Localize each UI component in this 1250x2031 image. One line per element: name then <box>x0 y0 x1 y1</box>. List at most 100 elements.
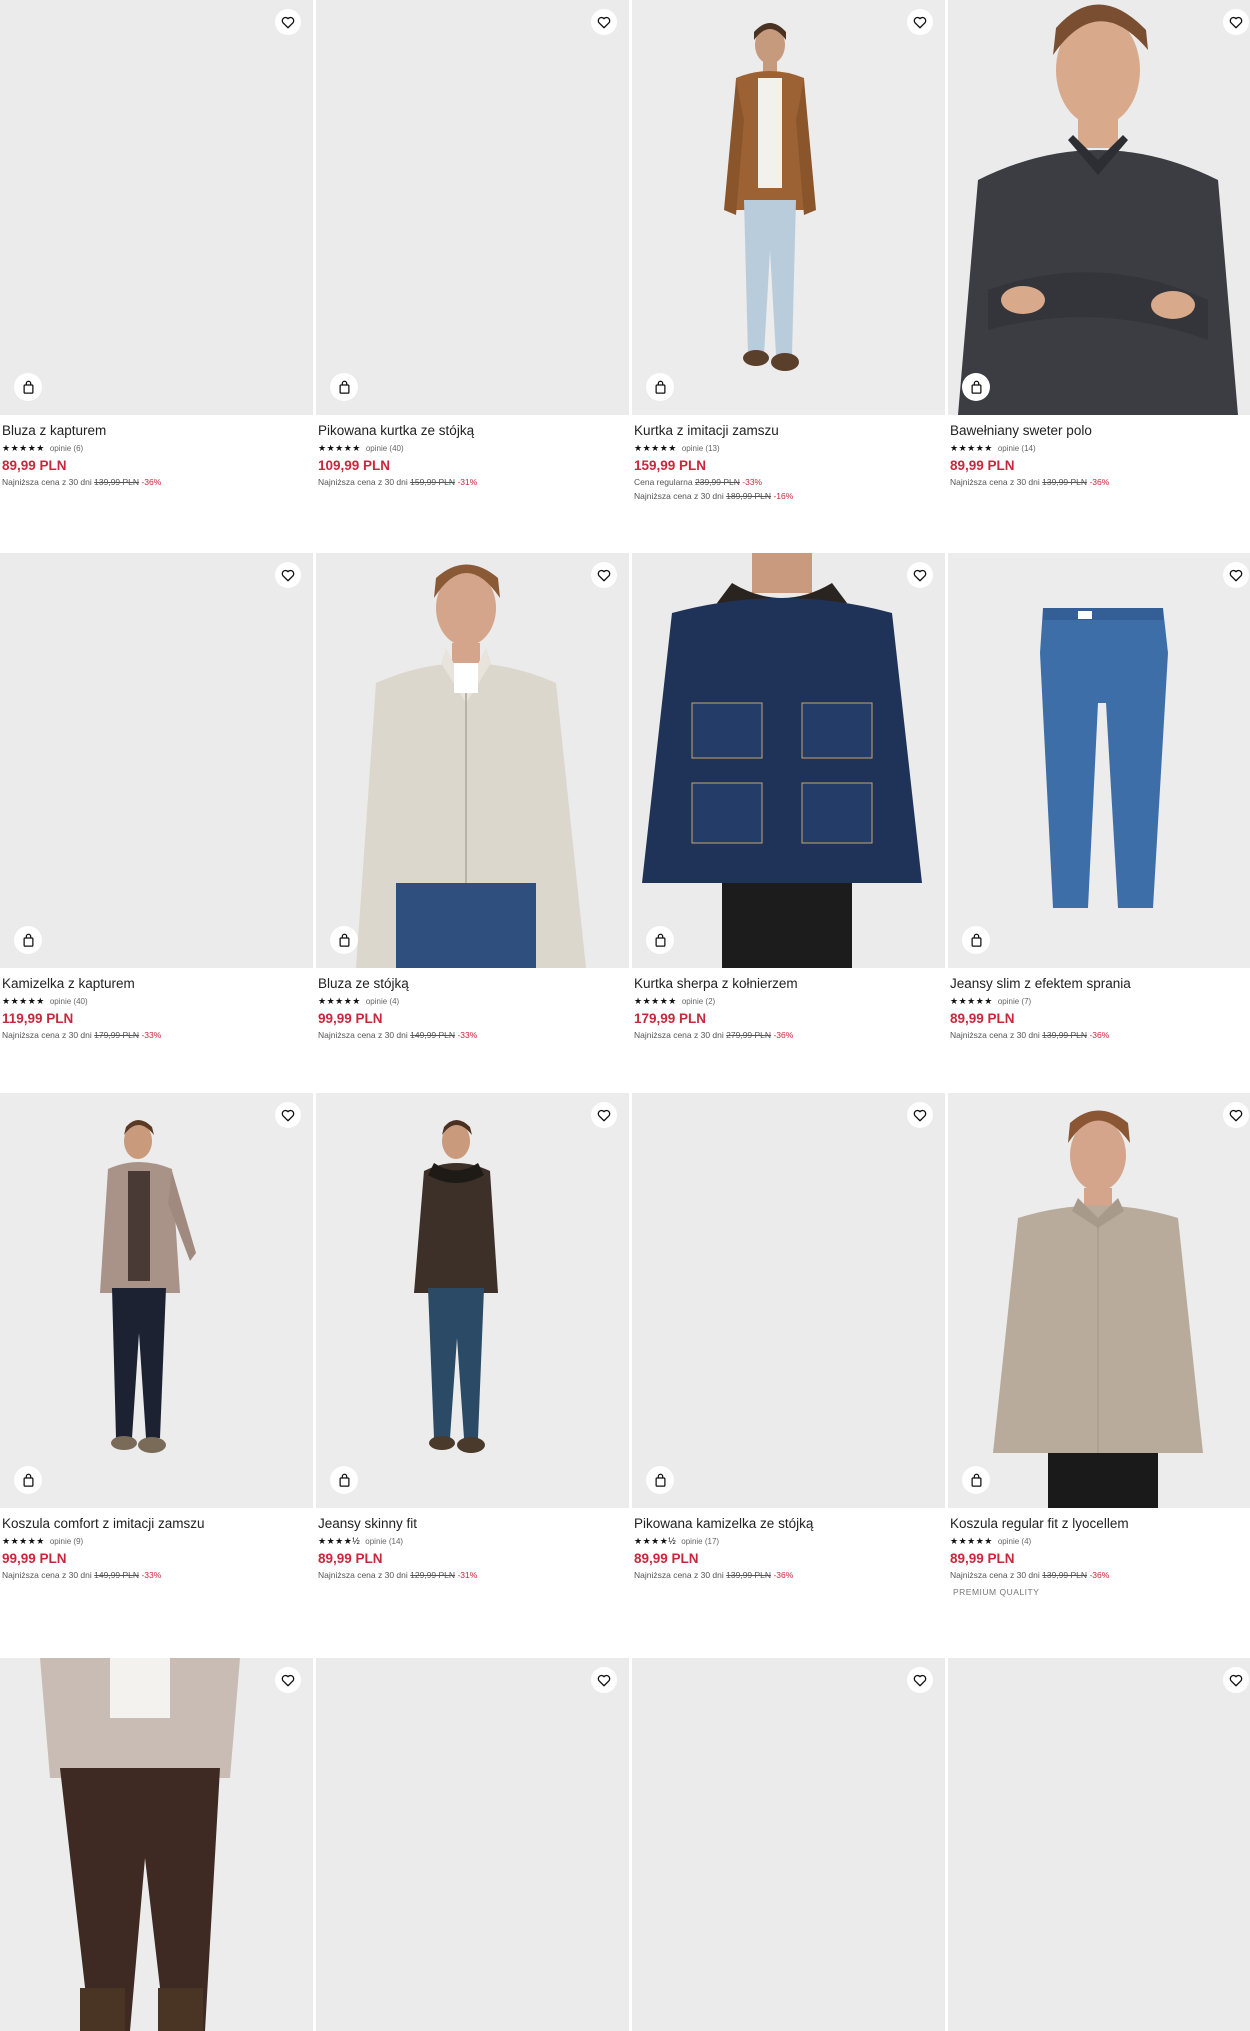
add-to-bag-button[interactable] <box>330 1466 358 1494</box>
add-to-bag-button[interactable] <box>962 1466 990 1494</box>
product-image[interactable] <box>948 1093 1250 1508</box>
reviews-count[interactable]: opinie (4) <box>366 997 399 1006</box>
add-to-bag-button[interactable] <box>14 1466 42 1494</box>
reviews-count[interactable]: opinie (13) <box>682 444 720 453</box>
wishlist-button[interactable] <box>907 1667 933 1693</box>
add-to-bag-button[interactable] <box>330 926 358 954</box>
add-to-bag-button[interactable] <box>962 926 990 954</box>
add-to-bag-button[interactable] <box>14 373 42 401</box>
product-image[interactable] <box>0 0 313 415</box>
reviews-count[interactable]: opinie (40) <box>50 997 88 1006</box>
reviews-count[interactable]: opinie (40) <box>366 444 404 453</box>
product-info: Jeansy skinny fit ★★★★½ opinie (14) 89,99 P… <box>318 1516 626 1581</box>
wishlist-button[interactable] <box>591 1102 617 1128</box>
product-name[interactable]: Bluza ze stójką <box>318 976 626 992</box>
product-rating: ★★★★★ opinie (40) <box>2 995 310 1007</box>
product-name[interactable]: Bluza z kapturem <box>2 423 310 439</box>
wishlist-button[interactable] <box>1223 9 1249 35</box>
price-history-line: Najniższa cena z 30 dni 189,99 PLN -16% <box>634 491 942 502</box>
add-to-bag-button[interactable] <box>330 373 358 401</box>
product-image[interactable] <box>316 553 629 968</box>
shopping-bag-icon <box>338 380 351 395</box>
product-rating: ★★★★★ opinie (2) <box>634 995 942 1007</box>
product-image[interactable] <box>316 0 629 415</box>
reviews-count[interactable]: opinie (14) <box>365 1537 403 1546</box>
add-to-bag-button[interactable] <box>646 926 674 954</box>
wishlist-button[interactable] <box>907 562 933 588</box>
product-name[interactable]: Kurtka sherpa z kołnierzem <box>634 976 942 992</box>
reviews-count[interactable]: opinie (2) <box>682 997 715 1006</box>
add-to-bag-button[interactable] <box>14 926 42 954</box>
product-name[interactable]: Kamizelka z kapturem <box>2 976 310 992</box>
price-history-line: Cena regularna 239,99 PLN -33% <box>634 477 942 488</box>
old-price: 149,99 PLN <box>410 1030 456 1040</box>
product-image[interactable] <box>948 0 1250 415</box>
product-image[interactable] <box>316 1093 629 1508</box>
rating-stars: ★★★★★ <box>950 443 993 453</box>
discount-percent: -33% <box>457 1030 478 1040</box>
product-name[interactable]: Kurtka z imitacji zamszu <box>634 423 942 439</box>
add-to-bag-button[interactable] <box>646 1466 674 1494</box>
price-note-label: Najniższa cena z 30 dni <box>318 477 408 487</box>
product-price: 179,99 PLN <box>634 1011 707 1026</box>
discount-percent: -36% <box>1089 1030 1110 1040</box>
product-name[interactable]: Pikowana kurtka ze stójką <box>318 423 626 439</box>
rating-stars: ★★★★½ <box>318 1536 361 1546</box>
wishlist-button[interactable] <box>591 562 617 588</box>
product-name[interactable]: Koszula regular fit z lyocellem <box>950 1516 1250 1532</box>
reviews-count[interactable]: opinie (14) <box>998 444 1036 453</box>
product-rating: ★★★★★ opinie (14) <box>950 442 1250 454</box>
reviews-count[interactable]: opinie (6) <box>50 444 83 453</box>
product-name[interactable]: Jeansy skinny fit <box>318 1516 626 1532</box>
reviews-count[interactable]: opinie (17) <box>681 1537 719 1546</box>
rating-stars: ★★★★★ <box>318 443 361 453</box>
price-note-label: Najniższa cena z 30 dni <box>950 1030 1040 1040</box>
wishlist-button[interactable] <box>907 9 933 35</box>
product-image[interactable] <box>632 1658 945 2031</box>
reviews-count[interactable]: opinie (7) <box>998 997 1031 1006</box>
product-info: Bluza z kapturem ★★★★★ opinie (6) 89,99 PLN… <box>2 423 310 488</box>
reviews-count[interactable]: opinie (4) <box>998 1537 1031 1546</box>
heart-icon <box>281 16 295 29</box>
wishlist-button[interactable] <box>591 1667 617 1693</box>
wishlist-button[interactable] <box>591 9 617 35</box>
shopping-bag-icon <box>338 933 351 948</box>
product-image[interactable] <box>948 1658 1250 2031</box>
product-image[interactable] <box>0 1093 313 1508</box>
add-to-bag-button[interactable] <box>646 373 674 401</box>
product-rating: ★★★★½ opinie (14) <box>318 1535 626 1547</box>
old-price: 189,99 PLN <box>726 491 772 501</box>
reviews-count[interactable]: opinie (9) <box>50 1537 83 1546</box>
product-rating: ★★★★★ opinie (40) <box>318 442 626 454</box>
product-image[interactable] <box>316 1658 629 2031</box>
wishlist-button[interactable] <box>275 9 301 35</box>
wishlist-button[interactable] <box>1223 1102 1249 1128</box>
product-image[interactable] <box>0 553 313 968</box>
wishlist-button[interactable] <box>275 562 301 588</box>
old-price: 139,99 PLN <box>1042 477 1088 487</box>
old-price: 279,99 PLN <box>726 1030 772 1040</box>
heart-icon <box>1229 1674 1243 1687</box>
product-info: Jeansy slim z efektem sprania ★★★★★ opinie… <box>950 976 1250 1041</box>
product-info: Kurtka z imitacji zamszu ★★★★★ opinie (13)… <box>634 423 942 502</box>
product-image[interactable] <box>632 1093 945 1508</box>
premium-quality-badge: PREMIUM QUALITY <box>953 1587 1040 1597</box>
wishlist-button[interactable] <box>275 1102 301 1128</box>
wishlist-button[interactable] <box>1223 562 1249 588</box>
product-name[interactable]: Koszula comfort z imitacji zamszu <box>2 1516 310 1532</box>
product-name[interactable]: Jeansy slim z efektem sprania <box>950 976 1250 992</box>
wishlist-button[interactable] <box>907 1102 933 1128</box>
wishlist-button[interactable] <box>1223 1667 1249 1693</box>
add-to-bag-button[interactable] <box>962 373 990 401</box>
shopping-bag-icon <box>654 933 667 948</box>
product-name[interactable]: Pikowana kamizelka ze stójką <box>634 1516 942 1532</box>
product-name[interactable]: Bawełniany sweter polo <box>950 423 1250 439</box>
product-rating: ★★★★★ opinie (7) <box>950 995 1250 1007</box>
wishlist-button[interactable] <box>275 1667 301 1693</box>
product-price: 89,99 PLN <box>2 458 67 473</box>
product-image[interactable] <box>0 1658 313 2031</box>
discount-percent: -33% <box>141 1570 162 1580</box>
product-image[interactable] <box>632 553 945 968</box>
product-image[interactable] <box>948 553 1250 968</box>
product-image[interactable] <box>632 0 945 415</box>
